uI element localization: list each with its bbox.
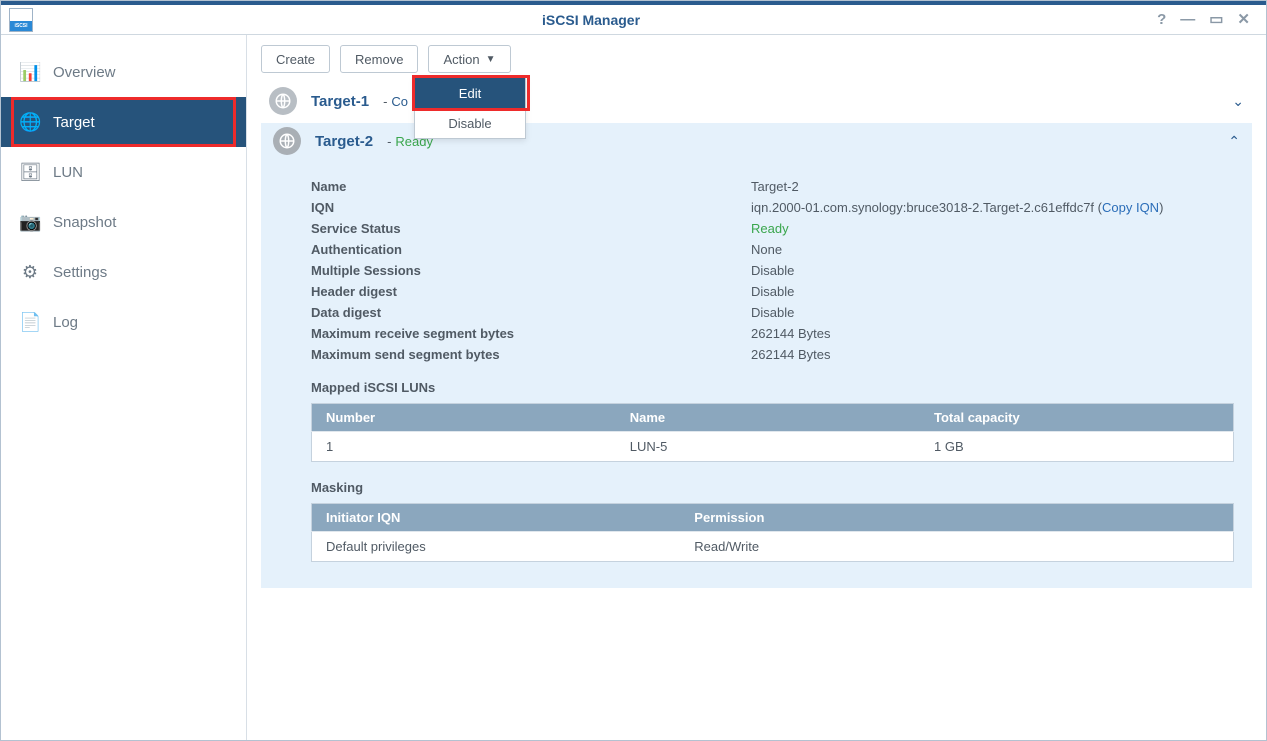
label-max-send: Maximum send segment bytes <box>311 347 751 362</box>
target-status: Co <box>391 94 408 109</box>
cell-number: 1 <box>312 432 616 462</box>
sidebar-item-label: Settings <box>53 264 107 281</box>
iqn-text: iqn.2000-01.com.synology:bruce3018-2.Tar… <box>751 200 1094 215</box>
window-title: iSCSI Manager <box>41 12 1141 28</box>
toolbar: Create Remove Action ▼ Edit Disable <box>261 45 1252 73</box>
label-header-digest: Header digest <box>311 284 751 299</box>
col-number: Number <box>312 404 616 432</box>
status-sep: - <box>387 134 391 149</box>
value-header-digest: Disable <box>751 284 794 299</box>
status-sep: - <box>383 94 387 109</box>
chevron-up-icon: ⌃ <box>1228 133 1240 150</box>
value-data-digest: Disable <box>751 305 794 320</box>
close-icon[interactable]: ✕ <box>1237 12 1250 27</box>
cell-name: LUN-5 <box>616 432 920 462</box>
log-icon: 📄 <box>19 312 41 333</box>
overview-icon: 📊 <box>19 62 41 83</box>
cell-permission: Read/Write <box>680 532 1233 562</box>
col-initiator-iqn: Initiator IQN <box>312 504 681 532</box>
action-label: Action <box>443 52 479 67</box>
minimize-icon[interactable]: — <box>1180 12 1195 27</box>
settings-icon: ⚙ <box>19 262 41 283</box>
col-permission: Permission <box>680 504 1233 532</box>
label-service-status: Service Status <box>311 221 751 236</box>
sidebar-item-lun[interactable]: 🗄 LUN <box>1 147 246 197</box>
luns-section-title: Mapped iSCSI LUNs <box>311 380 1234 395</box>
label-iqn: IQN <box>311 200 751 215</box>
title-bar: iSCSI Manager ? — ▭ ✕ <box>1 1 1266 35</box>
copy-iqn-link[interactable]: Copy IQN <box>1102 200 1159 215</box>
sidebar: 📊 Overview 🌐 Target 🗄 LUN 📷 Snapshot ⚙ S… <box>1 35 247 740</box>
label-data-digest: Data digest <box>311 305 751 320</box>
col-name: Name <box>616 404 920 432</box>
masking-section-title: Masking <box>311 480 1234 495</box>
create-button[interactable]: Create <box>261 45 330 73</box>
remove-button[interactable]: Remove <box>340 45 418 73</box>
action-menu-edit[interactable]: Edit <box>415 78 525 108</box>
help-icon[interactable]: ? <box>1157 12 1166 27</box>
value-iqn: iqn.2000-01.com.synology:bruce3018-2.Tar… <box>751 200 1163 215</box>
globe-icon <box>273 127 301 155</box>
target-name: Target-2 <box>315 133 373 150</box>
table-header: Initiator IQN Permission <box>312 504 1234 532</box>
maximize-icon[interactable]: ▭ <box>1209 12 1223 27</box>
app-window: iSCSI Manager ? — ▭ ✕ 📊 Overview 🌐 Targe… <box>0 0 1267 741</box>
cell-capacity: 1 GB <box>920 432 1234 462</box>
sidebar-item-label: Target <box>53 114 95 131</box>
app-icon <box>9 8 33 32</box>
content-area: Create Remove Action ▼ Edit Disable <box>247 35 1266 740</box>
globe-icon <box>269 87 297 115</box>
value-multi-sessions: Disable <box>751 263 794 278</box>
sidebar-item-overview[interactable]: 📊 Overview <box>1 47 246 97</box>
table-header: Number Name Total capacity <box>312 404 1234 432</box>
label-max-recv: Maximum receive segment bytes <box>311 326 751 341</box>
target-panel-2: Target-2 - Ready ⌃ NameTarget-2 IQN iqn.… <box>261 123 1252 588</box>
target-row-2[interactable]: Target-2 - Ready ⌃ <box>261 123 1252 159</box>
sidebar-item-log[interactable]: 📄 Log <box>1 297 246 347</box>
sidebar-item-target[interactable]: 🌐 Target <box>1 97 246 147</box>
lun-icon: 🗄 <box>19 162 41 183</box>
target-icon: 🌐 <box>19 112 41 133</box>
sidebar-item-label: Snapshot <box>53 214 116 231</box>
value-max-recv: 262144 Bytes <box>751 326 831 341</box>
masking-table: Initiator IQN Permission Default privile… <box>311 503 1234 562</box>
label-multi-sessions: Multiple Sessions <box>311 263 751 278</box>
sidebar-item-label: LUN <box>53 164 83 181</box>
label-name: Name <box>311 179 751 194</box>
caret-down-icon: ▼ <box>486 54 496 65</box>
value-max-send: 262144 Bytes <box>751 347 831 362</box>
action-dropdown: Edit Disable <box>414 77 526 139</box>
target-row-1[interactable]: Target-1 - Co ⌄ <box>261 83 1252 119</box>
value-name: Target-2 <box>751 179 799 194</box>
value-service-status: Ready <box>751 221 789 236</box>
col-capacity: Total capacity <box>920 404 1234 432</box>
chevron-down-icon: ⌄ <box>1232 93 1244 110</box>
sidebar-item-snapshot[interactable]: 📷 Snapshot <box>1 197 246 247</box>
action-button[interactable]: Action ▼ <box>428 45 510 73</box>
sidebar-item-settings[interactable]: ⚙ Settings <box>1 247 246 297</box>
target-details: NameTarget-2 IQN iqn.2000-01.com.synolog… <box>261 159 1252 588</box>
action-menu-disable[interactable]: Disable <box>415 108 525 138</box>
snapshot-icon: 📷 <box>19 212 41 233</box>
luns-table: Number Name Total capacity 1 LUN-5 1 GB <box>311 403 1234 462</box>
label-auth: Authentication <box>311 242 751 257</box>
table-row[interactable]: 1 LUN-5 1 GB <box>312 432 1234 462</box>
target-name: Target-1 <box>311 93 369 110</box>
value-auth: None <box>751 242 782 257</box>
cell-initiator-iqn: Default privileges <box>312 532 681 562</box>
sidebar-item-label: Overview <box>53 64 116 81</box>
table-row[interactable]: Default privileges Read/Write <box>312 532 1234 562</box>
sidebar-item-label: Log <box>53 314 78 331</box>
